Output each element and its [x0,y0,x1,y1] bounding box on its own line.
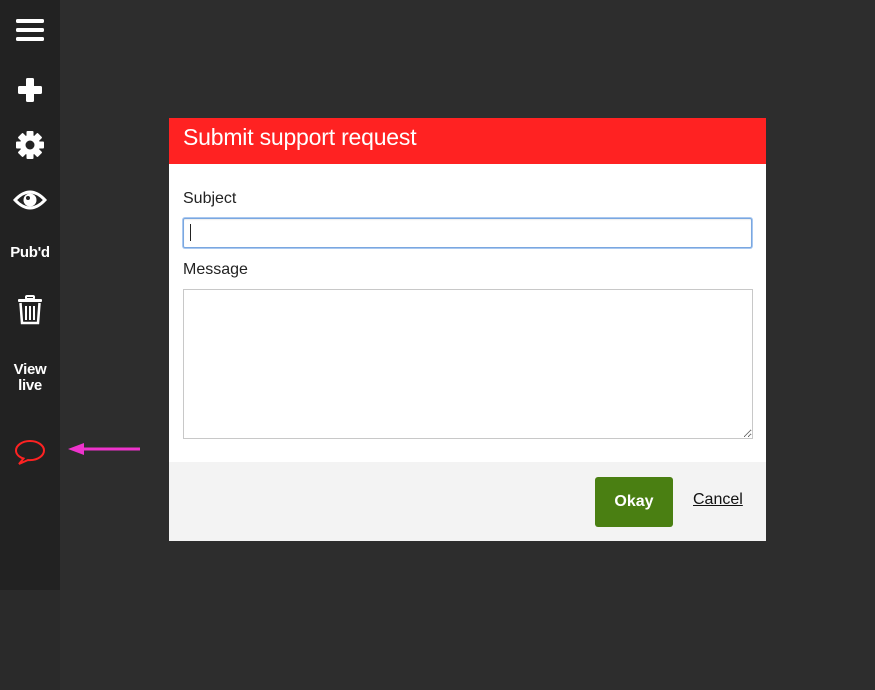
text-caret [190,224,191,241]
published-button[interactable]: Pub'd [0,243,60,263]
message-label: Message [183,261,248,278]
hamburger-menu-icon [16,19,44,41]
dialog-title: Submit support request [183,124,417,150]
subject-label: Subject [183,190,237,207]
subject-input[interactable] [183,218,752,248]
okay-button[interactable]: Okay [595,477,673,527]
speech-bubble-icon [14,439,46,465]
plus-icon [18,78,42,102]
eye-icon [13,190,47,210]
view-live-button[interactable]: View live [0,361,60,395]
dialog-header: Submit support request [169,118,766,164]
preview-button[interactable] [0,184,60,216]
add-button[interactable] [0,74,60,106]
pointer-arrow-icon [68,443,140,455]
view-live-label: View live [14,362,47,394]
support-request-dialog: Submit support request Subject Message O… [169,118,766,541]
trash-icon [18,295,42,325]
cancel-link[interactable]: Cancel [693,491,743,509]
gear-icon [16,131,44,159]
delete-button[interactable] [0,294,60,326]
view-live-line2: live [18,377,42,394]
menu-button[interactable] [0,14,60,46]
published-label: Pub'd [10,244,50,261]
dialog-footer: Okay Cancel [169,462,766,541]
sidebar: Pub'd View live [0,0,60,590]
message-textarea[interactable] [183,289,753,439]
sidebar-footer [0,590,60,690]
view-live-line1: View [13,361,47,378]
settings-button[interactable] [0,129,60,161]
support-button[interactable] [0,436,60,468]
